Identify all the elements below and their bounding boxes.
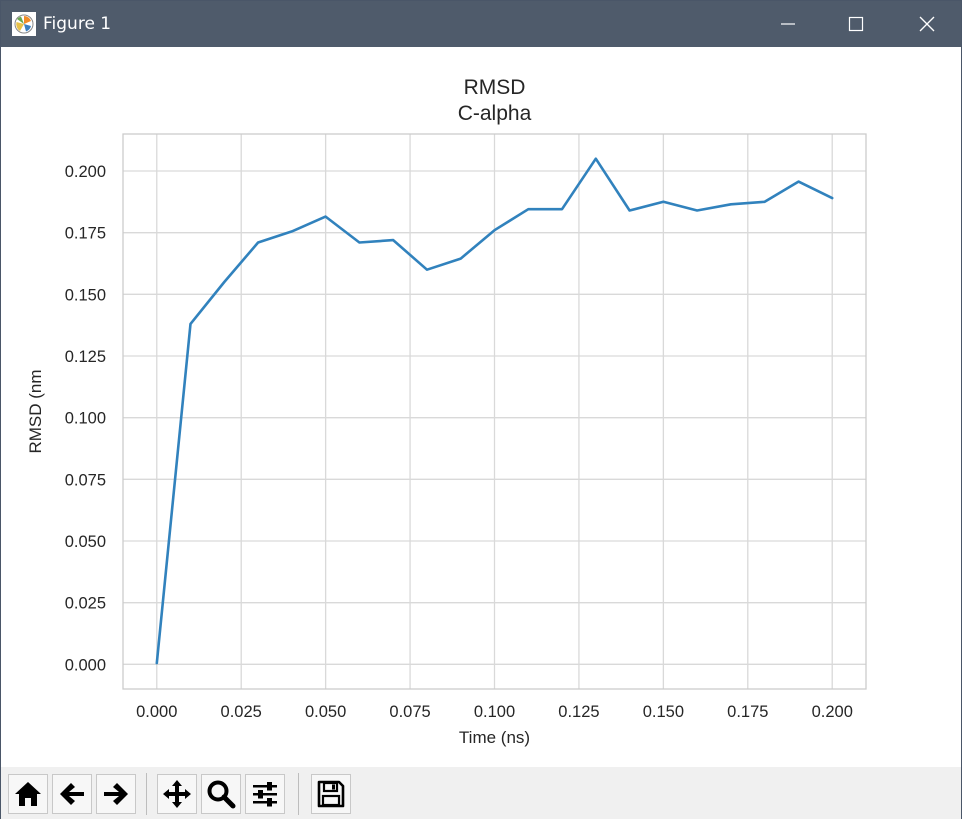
close-icon — [919, 16, 935, 32]
forward-button[interactable] — [96, 774, 136, 814]
y-tick-label: 0.125 — [65, 348, 106, 366]
sliders-icon — [253, 782, 277, 807]
y-tick-label: 0.075 — [65, 471, 106, 489]
arrow-right-icon — [104, 783, 128, 805]
rmsd-line-chart[interactable]: 0.000 0.025 0.050 0.075 0.100 0.125 0.150 0.175… — [1, 47, 961, 767]
home-button[interactable] — [8, 774, 48, 814]
y-tick-label: 0.150 — [65, 286, 106, 304]
arrow-left-icon — [60, 783, 84, 805]
matplotlib-logo-icon — [12, 12, 36, 36]
x-tick-label: 0.025 — [221, 703, 262, 721]
figure-canvas[interactable]: 0.000 0.025 0.050 0.075 0.100 0.125 0.150 0.175… — [1, 47, 961, 767]
x-axis-label: Time (ns) — [459, 728, 530, 747]
x-tick-label: 0.125 — [558, 703, 599, 721]
y-tick-label: 0.175 — [65, 225, 106, 243]
chart-subtitle: C-alpha — [458, 102, 532, 125]
close-button[interactable] — [904, 1, 950, 47]
floppy-disk-icon — [317, 780, 345, 808]
figure-window: Figure 1 0.000 0.025 0.050 0.075 0.100 0.125 0… — [0, 0, 962, 819]
y-tick-label: 0.100 — [65, 410, 106, 428]
maximize-button[interactable] — [833, 1, 879, 47]
chart-title: RMSD — [464, 76, 526, 99]
move-icon — [163, 780, 191, 808]
save-button[interactable] — [311, 774, 351, 814]
x-tick-label: 0.000 — [136, 703, 177, 721]
x-tick-label: 0.200 — [812, 703, 853, 721]
toolbar-separator — [298, 773, 299, 815]
x-tick-label: 0.100 — [474, 703, 515, 721]
y-tick-label: 0.050 — [65, 533, 106, 551]
configure-subplots-button[interactable] — [245, 774, 285, 814]
minimize-button[interactable] — [765, 1, 811, 47]
x-tick-label: 0.075 — [389, 703, 430, 721]
toolbar-separator — [146, 773, 147, 815]
y-tick-label: 0.025 — [65, 595, 106, 613]
magnifier-icon — [207, 780, 236, 809]
back-button[interactable] — [52, 774, 92, 814]
navigation-toolbar — [1, 767, 961, 819]
y-axis-label: RMSD (nm — [26, 369, 45, 453]
maximize-icon — [848, 16, 864, 32]
pan-button[interactable] — [157, 774, 197, 814]
title-bar[interactable]: Figure 1 — [1, 1, 961, 47]
x-tick-label: 0.050 — [305, 703, 346, 721]
zoom-button[interactable] — [201, 774, 241, 814]
home-icon — [15, 782, 41, 806]
minimize-icon — [781, 23, 795, 25]
y-tick-label: 0.000 — [65, 656, 106, 674]
y-tick-label: 0.200 — [65, 163, 106, 181]
x-tick-label: 0.150 — [643, 703, 684, 721]
window-title: Figure 1 — [43, 14, 112, 34]
x-tick-label: 0.175 — [727, 703, 768, 721]
